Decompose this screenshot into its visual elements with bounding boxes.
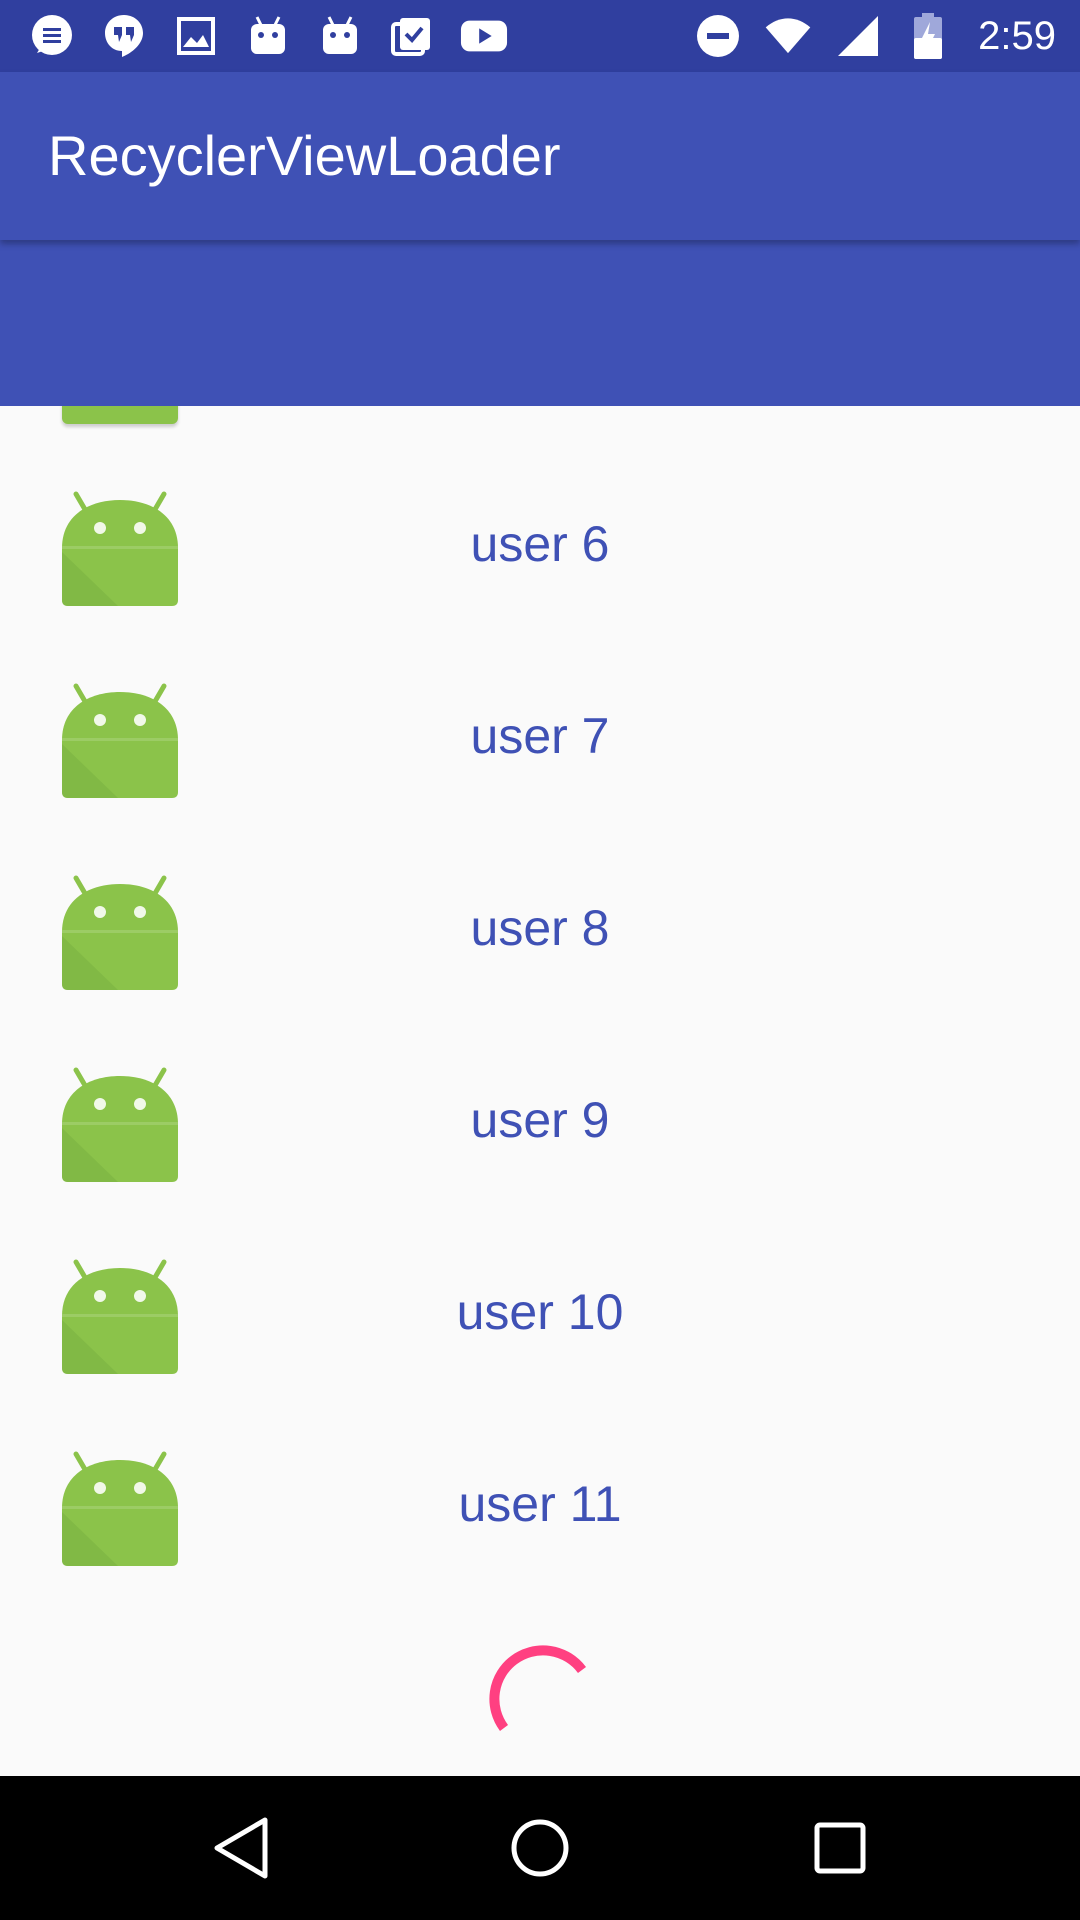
user-name: user 11: [458, 1476, 622, 1532]
app-bar: RecyclerViewLoader: [0, 72, 1080, 240]
recents-button[interactable]: [804, 1812, 876, 1884]
back-button[interactable]: [205, 1812, 277, 1884]
user-name: user 8: [470, 900, 610, 956]
extended-toolbar-area: [0, 240, 1080, 406]
status-bar: 2:59: [0, 0, 1080, 72]
messages-icon: [28, 12, 76, 60]
app-title: RecyclerViewLoader: [48, 124, 561, 187]
wifi-icon: [764, 12, 812, 60]
home-button[interactable]: [504, 1812, 576, 1884]
list-item[interactable]: user 7: [0, 682, 1080, 874]
clipboard-check-icon: [388, 12, 436, 60]
cell-signal-icon: [834, 12, 882, 60]
list-item[interactable]: user 6: [0, 490, 1080, 682]
android-notification-icon: [244, 12, 292, 60]
loading-spinner: [474, 1628, 606, 1760]
android-avatar-icon: [62, 406, 178, 424]
list-item[interactable]: user 11: [0, 1450, 1080, 1642]
user-name: user 6: [470, 516, 610, 572]
hangouts-icon: [100, 12, 148, 60]
status-time: 2:59: [978, 14, 1056, 58]
youtube-icon: [460, 12, 508, 60]
do-not-disturb-icon: [694, 12, 742, 60]
user-name: user 9: [470, 1092, 610, 1148]
user-name: user 7: [470, 708, 610, 764]
navigation-bar: [0, 1776, 1080, 1920]
user-list[interactable]: user 6 user 7 user 8 user 9 user 10 user…: [0, 406, 1080, 1776]
list-item[interactable]: user 8: [0, 874, 1080, 1066]
battery-charging-icon: [904, 12, 952, 60]
list-item[interactable]: user 9: [0, 1066, 1080, 1258]
list-item[interactable]: user 10: [0, 1258, 1080, 1450]
user-name: user 10: [456, 1284, 624, 1340]
home-icon: [511, 1819, 569, 1877]
gallery-icon: [172, 12, 220, 60]
back-icon: [214, 1817, 268, 1879]
android-notification-icon: [316, 12, 364, 60]
recents-icon: [814, 1822, 866, 1874]
